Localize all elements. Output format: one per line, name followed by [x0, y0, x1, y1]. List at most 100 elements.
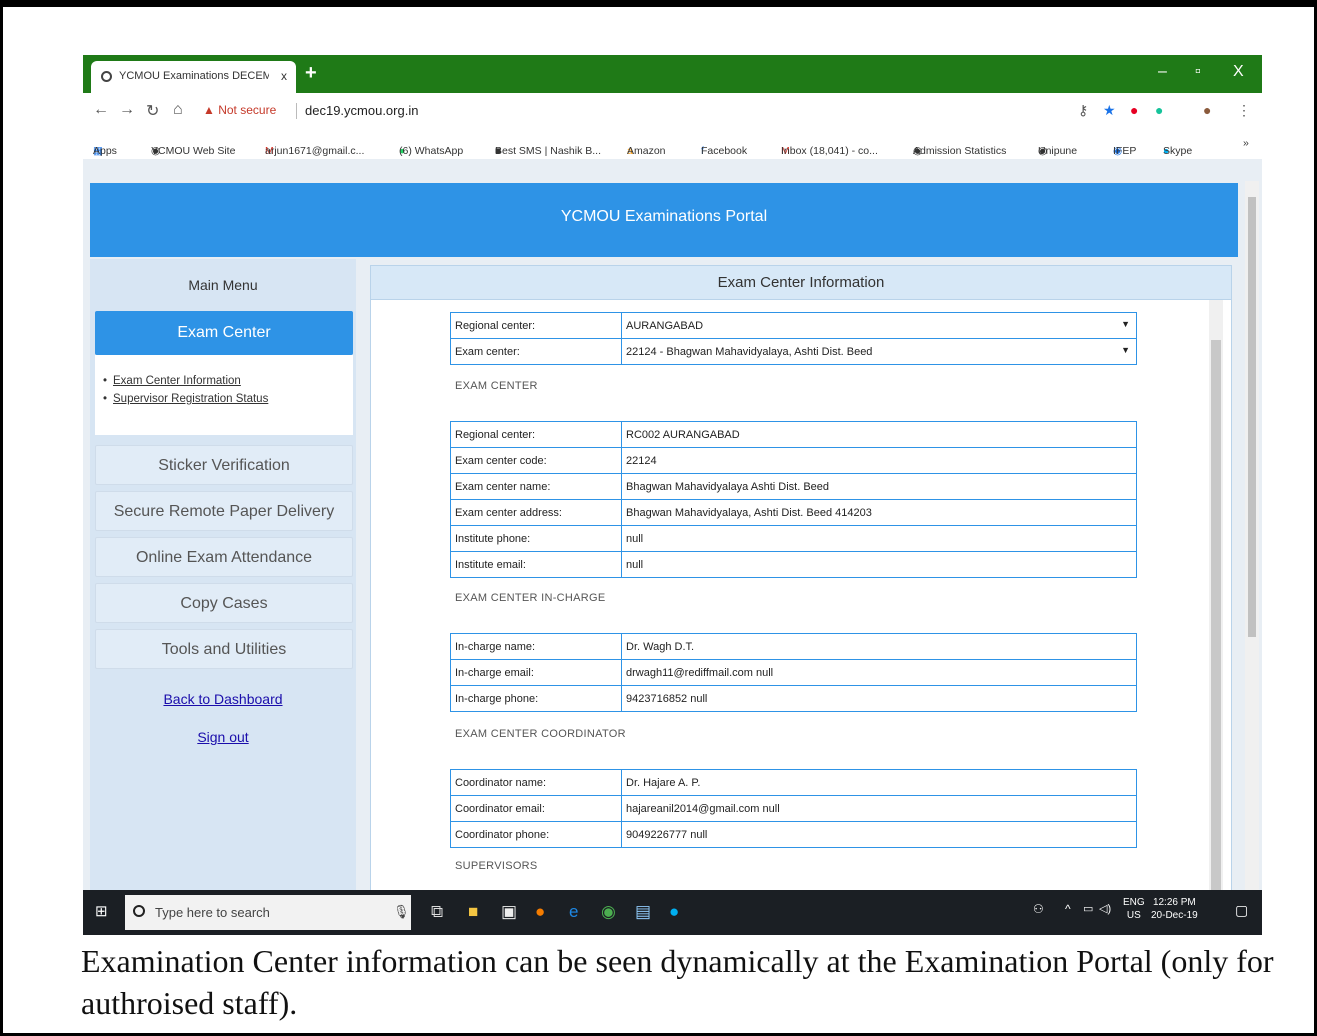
dropdown-arrow-icon: ▼	[1121, 319, 1130, 329]
table-row: Institute phone: null	[450, 525, 1137, 552]
avatar[interactable]: ●	[1203, 102, 1211, 118]
scrollbar-thumb[interactable]	[1211, 340, 1221, 935]
selector-table: Regional center: AURANGABAD ▼ Exam center…	[450, 312, 1137, 365]
row-value: Dr. Hajare A. P.	[621, 769, 1137, 796]
back-icon[interactable]: ←	[93, 101, 109, 119]
section-title-supervisors: SUPERVISORS	[455, 860, 538, 872]
menu-secure-remote-paper-delivery[interactable]: Secure Remote Paper Delivery	[95, 491, 353, 531]
row-label: Coordinator email:	[450, 795, 622, 822]
language-code: ENG	[1123, 897, 1145, 908]
bookmark-label: Amazon	[627, 145, 666, 157]
table-row: Institute email: null	[450, 551, 1137, 578]
main-menu-title: Main Menu	[188, 277, 258, 293]
home-icon[interactable]: ⌂	[173, 101, 183, 119]
regional-center-label: Regional center:	[450, 312, 622, 339]
close-tab-icon[interactable]: x	[281, 69, 287, 83]
section-title-coordinator: EXAM CENTER COORDINATOR	[455, 728, 626, 740]
windows-taskbar: ⊞ Type here to search 🎙 ⧉ ■ ▣ ● e ◉ ▤ ● …	[83, 890, 1262, 935]
menu-copy-cases[interactable]: Copy Cases	[95, 583, 353, 623]
region-code: US	[1126, 910, 1141, 921]
new-tab-button[interactable]: +	[305, 62, 317, 85]
app-icon[interactable]: ▤	[635, 902, 651, 922]
table-row: Coordinator phone: 9049226777 null	[450, 821, 1137, 848]
browser-tab-bar: YCMOU Examinations DECEMBE x + – ▫ X	[83, 55, 1262, 93]
sidebar: Main Menu Exam Center Exam Center Inform…	[90, 259, 356, 935]
microphone-icon[interactable]: 🎙	[393, 904, 410, 920]
content-panel: Exam Center Information Regional center:…	[370, 265, 1232, 935]
table-row: Exam center name: Bhagwan Mahavidyalaya A…	[450, 473, 1137, 500]
menu-icon[interactable]: ⋮	[1237, 102, 1251, 119]
people-icon[interactable]: ⚇	[1033, 902, 1044, 916]
menu-exam-center[interactable]: Exam Center	[95, 311, 353, 355]
menu-tools-and-utilities[interactable]: Tools and Utilities	[95, 629, 353, 669]
table-row: Exam center code: 22124	[450, 447, 1137, 474]
clock[interactable]: 12:26 PM 20-Dec-19	[1151, 896, 1198, 922]
address-bar-row: ← → ↻ ⌂ ▲ Not secure dec19.ycmou.org.in …	[83, 93, 1262, 130]
file-explorer-icon[interactable]: ■	[468, 902, 478, 922]
web-page: YCMOU Examinations Portal Main Menu Exam…	[83, 159, 1262, 935]
row-label: Regional center:	[450, 421, 622, 448]
bookmark-label: Admission Statistics	[913, 145, 1007, 157]
table-row: Coordinator name: Dr. Hajare A. P.	[450, 769, 1137, 796]
row-value: 9049226777 null	[621, 821, 1137, 848]
notifications-icon[interactable]: ▢	[1235, 902, 1248, 919]
sign-out-link[interactable]: Sign out	[90, 729, 356, 745]
star-icon[interactable]: ★	[1103, 102, 1116, 119]
minimize-button[interactable]: –	[1158, 63, 1167, 81]
close-window-button[interactable]: X	[1233, 63, 1244, 81]
regional-center-select[interactable]: AURANGABAD ▼	[621, 312, 1137, 339]
key-icon[interactable]: ⚷	[1078, 102, 1088, 119]
figure-caption: Examination Center information can be se…	[81, 943, 1274, 1021]
tray-chevron-icon[interactable]: ^	[1065, 902, 1071, 916]
globe-icon	[101, 71, 112, 82]
forward-icon[interactable]: →	[119, 101, 135, 119]
url-field[interactable]: dec19.ycmou.org.in	[305, 103, 418, 118]
menu-sticker-verification[interactable]: Sticker Verification	[95, 445, 353, 485]
row-label: In-charge phone:	[450, 685, 622, 712]
grammarly-icon[interactable]: ●	[1155, 102, 1163, 118]
content-scrollbar[interactable]	[1209, 300, 1223, 935]
more-bookmarks-button[interactable]: »	[1243, 137, 1249, 149]
taskbar-search[interactable]: Type here to search 🎙	[125, 895, 411, 930]
row-label: In-charge name:	[450, 633, 622, 660]
clock-time: 12:26 PM	[1152, 897, 1196, 908]
table-row: In-charge email: drwagh11@rediffmail.com …	[450, 659, 1137, 686]
row-value: Bhagwan Mahavidyalaya Ashti Dist. Beed	[621, 473, 1137, 500]
table-row: Regional center: RC002 AURANGABAD	[450, 421, 1137, 448]
bookmarks-bar: ▦ Apps ◉ YCMOU Web Site M arjun1671@gmai…	[83, 129, 1262, 159]
submenu-exam-center-information[interactable]: Exam Center Information	[103, 375, 268, 387]
scrollbar-thumb[interactable]	[1248, 197, 1256, 637]
bookmark-label: Skype	[1163, 145, 1193, 157]
task-view-icon[interactable]: ⧉	[431, 902, 443, 922]
row-value: null	[621, 525, 1137, 552]
exam-center-select[interactable]: 22124 - Bhagwan Mahavidyalaya, Ashti Dis…	[621, 338, 1137, 365]
language-indicator[interactable]: ENG US	[1123, 896, 1145, 922]
restore-button[interactable]: ▫	[1195, 63, 1201, 81]
browser-tab[interactable]: YCMOU Examinations DECEMBE x	[91, 61, 296, 93]
warning-icon: ▲	[203, 103, 219, 117]
clock-date: 20-Dec-19	[1151, 910, 1198, 921]
not-secure-indicator[interactable]: ▲ Not secure	[203, 103, 276, 117]
volume-icon[interactable]: ◁)	[1099, 902, 1111, 915]
reload-icon[interactable]: ↻	[146, 101, 159, 121]
table-row: In-charge name: Dr. Wagh D.T.	[450, 633, 1137, 660]
exam-center-value: 22124 - Bhagwan Mahavidyalaya, Ashti Dis…	[626, 345, 873, 358]
row-label: Coordinator phone:	[450, 821, 622, 848]
skype-icon[interactable]: ●	[669, 902, 679, 922]
battery-icon[interactable]: ▭	[1083, 902, 1093, 915]
submenu-supervisor-registration-status[interactable]: Supervisor Registration Status	[103, 393, 268, 405]
bookmark-label: arjun1671@gmail.c...	[265, 145, 365, 157]
edge-icon[interactable]: e	[569, 902, 578, 922]
back-to-dashboard-link[interactable]: Back to Dashboard	[90, 691, 356, 707]
table-row: Coordinator email: hajareanil2014@gmail.c…	[450, 795, 1137, 822]
chrome-icon[interactable]: ◉	[601, 902, 616, 922]
row-value: hajareanil2014@gmail.com null	[621, 795, 1137, 822]
pinterest-icon[interactable]: ●	[1130, 102, 1138, 118]
menu-online-exam-attendance[interactable]: Online Exam Attendance	[95, 537, 353, 577]
firefox-icon[interactable]: ●	[535, 902, 545, 922]
row-label: Exam center code:	[450, 447, 622, 474]
store-icon[interactable]: ▣	[501, 902, 517, 922]
page-scrollbar[interactable]	[1245, 181, 1259, 935]
windows-start-icon[interactable]: ⊞	[95, 902, 108, 920]
row-value: RC002 AURANGABAD	[621, 421, 1137, 448]
